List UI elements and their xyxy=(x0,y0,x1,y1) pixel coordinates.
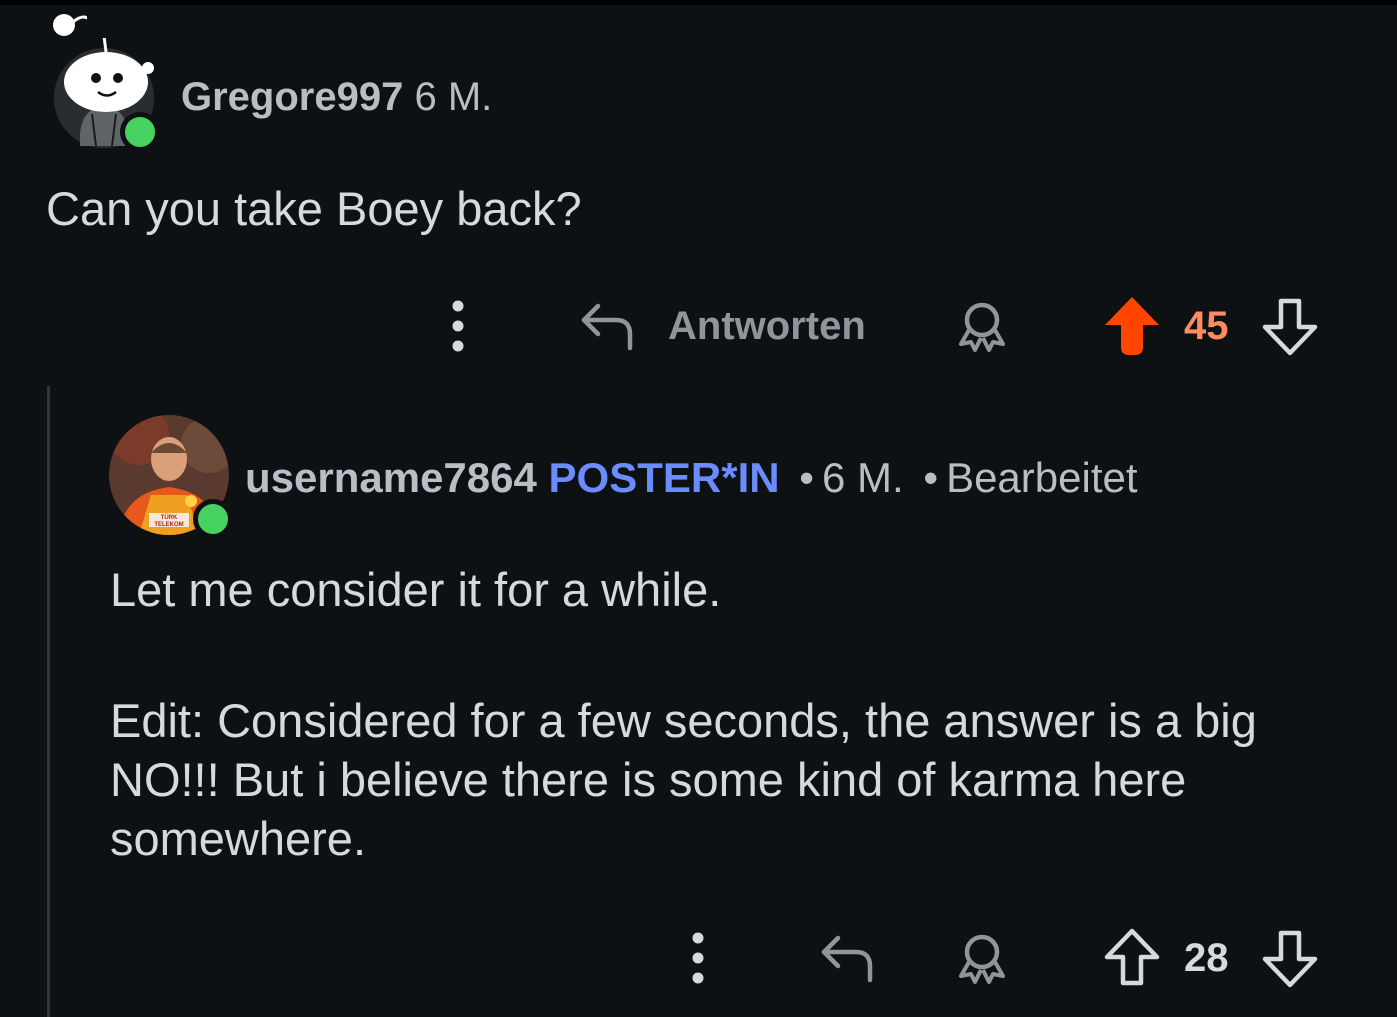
comment-paragraph: Edit: Considered for a few seconds, the … xyxy=(110,694,1257,865)
more-vertical-icon xyxy=(692,932,704,984)
reply-button[interactable] xyxy=(815,928,879,988)
op-badge: POSTER*IN xyxy=(548,454,780,501)
reply-label[interactable]: Antworten xyxy=(668,301,866,351)
comment-actions: 28 xyxy=(0,924,1397,994)
comment-age: 6 M. xyxy=(821,454,904,501)
award-icon xyxy=(959,934,1005,984)
upvote-arrow-icon xyxy=(1104,928,1160,986)
more-options-button[interactable] xyxy=(676,928,720,988)
thread-line[interactable] xyxy=(47,386,50,1017)
separator: • xyxy=(799,454,814,501)
reply-arrow-icon xyxy=(581,303,633,351)
reply-button[interactable] xyxy=(575,296,639,356)
comment-age: 6 M. xyxy=(414,75,493,119)
award-button[interactable] xyxy=(950,928,1014,988)
username[interactable]: Gregore997 xyxy=(181,75,403,119)
top-edge xyxy=(0,0,1397,5)
comment-thread: Gregore997 6 M. Can you take Boey back? … xyxy=(0,0,1397,1017)
more-options-button[interactable] xyxy=(436,296,480,356)
online-indicator xyxy=(193,499,233,539)
comment-actions: Antworten 45 xyxy=(0,292,1397,362)
upvote-button[interactable] xyxy=(1102,926,1162,990)
reply-arrow-icon xyxy=(821,935,873,983)
downvote-button[interactable] xyxy=(1258,294,1322,358)
award-button[interactable] xyxy=(950,296,1014,356)
more-vertical-icon xyxy=(452,300,464,352)
online-indicator xyxy=(120,112,160,152)
upvote-arrow-icon xyxy=(1105,297,1159,355)
vote-count: 28 xyxy=(1184,936,1229,980)
comment-body: Let me consider it for a while. Edit: Co… xyxy=(110,560,1370,868)
vote-count: 45 xyxy=(1184,304,1229,348)
comment-header: Gregore997 6 M. xyxy=(181,72,492,122)
downvote-arrow-icon xyxy=(1262,298,1318,356)
edited-label: Bearbeitet xyxy=(946,454,1138,501)
upvote-button[interactable] xyxy=(1102,294,1162,358)
downvote-arrow-icon xyxy=(1262,930,1318,988)
antenna-icon xyxy=(53,14,87,36)
award-icon xyxy=(959,302,1005,352)
avatar[interactable] xyxy=(52,14,160,152)
svg-text:TELEKOM: TELEKOM xyxy=(154,522,183,528)
downvote-button[interactable] xyxy=(1258,926,1322,990)
username[interactable]: username7864 xyxy=(245,454,537,501)
svg-text:TÜRK: TÜRK xyxy=(161,514,178,521)
comment-header: username7864 POSTER*IN • 6 M. • Bearbeitet xyxy=(245,452,1138,504)
comment-paragraph: Let me consider it for a while. xyxy=(110,563,722,616)
separator: • xyxy=(923,454,939,501)
comment-body: Can you take Boey back? xyxy=(46,182,582,235)
